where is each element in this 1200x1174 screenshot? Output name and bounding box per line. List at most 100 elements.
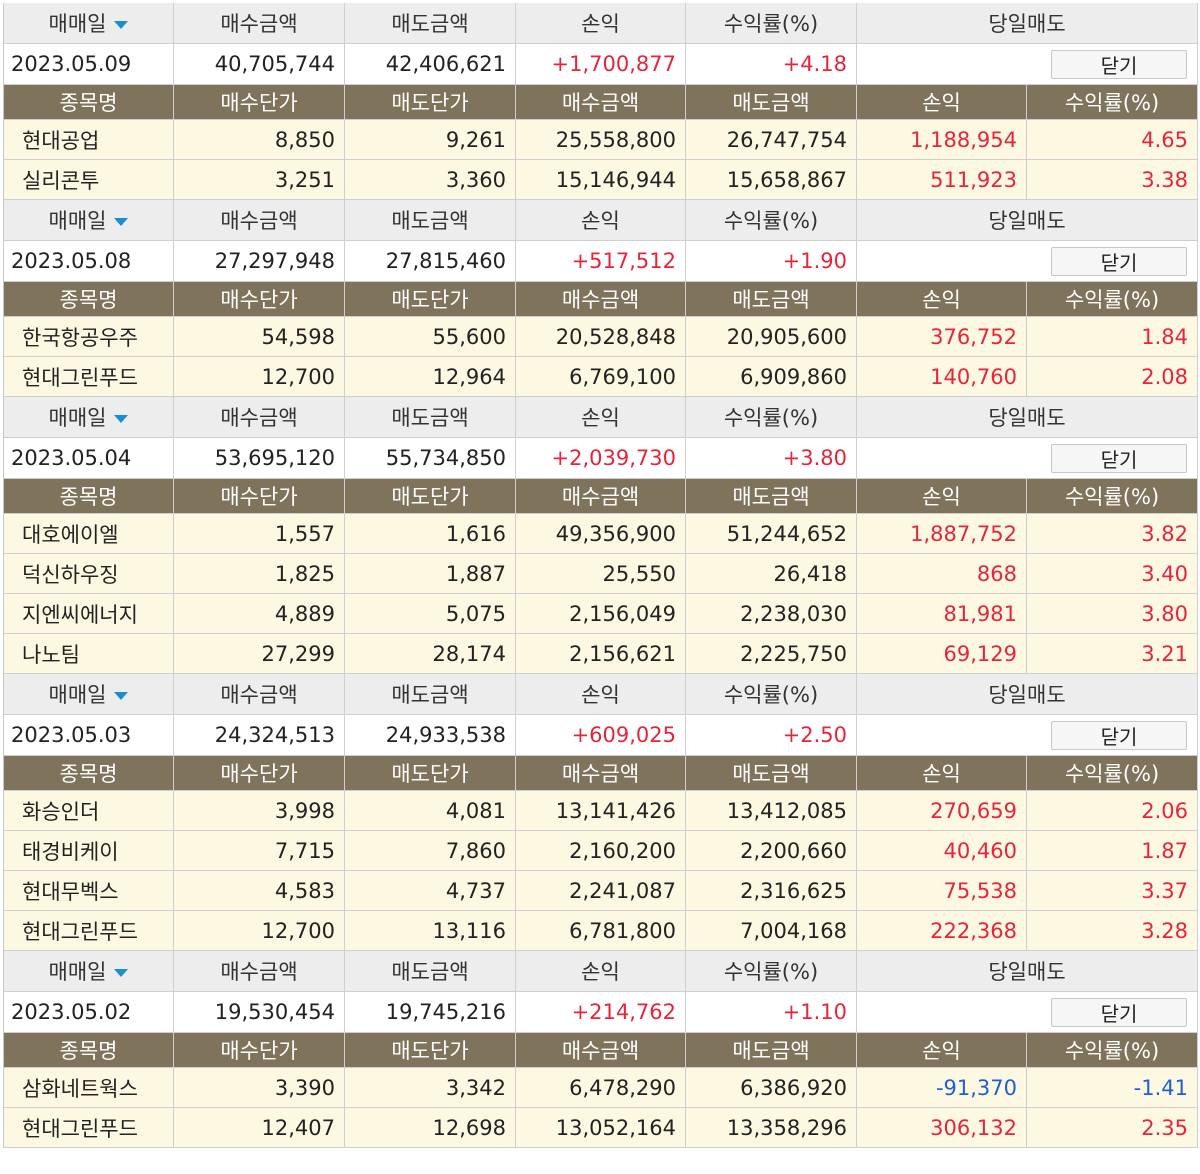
stock-sell-price: 1,887 (345, 554, 516, 594)
sort-down-triangle-icon[interactable] (114, 691, 129, 700)
trade-date-label: 매매일 (48, 12, 107, 36)
stock-name[interactable]: 현대그린푸드 (4, 1108, 174, 1148)
same-day-sell-header: 당일매도 (857, 397, 1198, 438)
stock-name-header: 종목명 (4, 282, 174, 317)
day-profit: +2,039,730 (516, 438, 686, 479)
trade-date-sort-header[interactable]: 매매일 (4, 674, 174, 715)
stock-sell-amount-header: 매도금액 (686, 282, 857, 317)
stock-name-header: 종목명 (4, 756, 174, 791)
stock-rate: 1.84 (1027, 317, 1198, 357)
trade-date-sort-button[interactable]: 매매일 (49, 679, 129, 709)
stock-buy-amount: 20,528,848 (516, 317, 686, 357)
trade-date-label: 매매일 (48, 209, 107, 233)
same-day-sell-header: 당일매도 (857, 3, 1198, 44)
trade-date-sort-header[interactable]: 매매일 (4, 3, 174, 44)
stock-sell-price: 4,737 (345, 871, 516, 911)
sort-down-triangle-icon[interactable] (114, 414, 129, 423)
day-buy-amount: 53,695,120 (174, 438, 345, 479)
stock-rate: 3.38 (1027, 160, 1198, 200)
trade-date-sort-button[interactable]: 매매일 (49, 8, 129, 38)
stock-name[interactable]: 삼화네트웍스 (4, 1068, 174, 1108)
same-day-sell-cell: 닫기 (857, 241, 1198, 282)
sell-price-header: 매도단가 (345, 85, 516, 120)
stock-name[interactable]: 화승인더 (4, 791, 174, 831)
stock-rate: 2.35 (1027, 1108, 1198, 1148)
stock-sell-amount: 6,386,920 (686, 1068, 857, 1108)
stock-name[interactable]: 현대그린푸드 (4, 357, 174, 397)
stock-buy-price: 3,998 (174, 791, 345, 831)
stock-rate: 3.21 (1027, 634, 1198, 674)
stock-sell-amount-header: 매도금액 (686, 479, 857, 514)
buy-amount-header: 매수금액 (174, 200, 345, 241)
stock-name-header: 종목명 (4, 1033, 174, 1068)
stock-sell-price: 55,600 (345, 317, 516, 357)
stock-name[interactable]: 대호에이엘 (4, 514, 174, 554)
trade-date-sort-button[interactable]: 매매일 (49, 956, 129, 986)
stock-sell-amount-header: 매도금액 (686, 85, 857, 120)
sell-price-header: 매도단가 (345, 282, 516, 317)
stock-name[interactable]: 한국항공우주 (4, 317, 174, 357)
stock-sell-amount: 7,004,168 (686, 911, 857, 951)
stock-profit: 140,760 (857, 357, 1027, 397)
stock-rate: 3.37 (1027, 871, 1198, 911)
stock-rate: 1.87 (1027, 831, 1198, 871)
stock-name[interactable]: 현대공업 (4, 120, 174, 160)
trade-date-sort-button[interactable]: 매매일 (49, 402, 129, 432)
sort-down-triangle-icon[interactable] (114, 217, 129, 226)
trade-date-sort-button[interactable]: 매매일 (49, 205, 129, 235)
trade-date-label: 매매일 (48, 683, 107, 707)
stock-profit: 69,129 (857, 634, 1027, 674)
stock-profit-header: 손익 (857, 1033, 1027, 1068)
buy-price-header: 매수단가 (174, 1033, 345, 1068)
stock-profit: 868 (857, 554, 1027, 594)
stock-name-header: 종목명 (4, 85, 174, 120)
trade-date-sort-header[interactable]: 매매일 (4, 951, 174, 992)
stock-name[interactable]: 나노팀 (4, 634, 174, 674)
close-button[interactable]: 닫기 (1051, 720, 1187, 750)
stock-rate-header: 수익률(%) (1027, 479, 1198, 514)
trade-date-value: 2023.05.02 (4, 992, 174, 1033)
stock-name[interactable]: 태경비케이 (4, 831, 174, 871)
sell-amount-header: 매도금액 (345, 674, 516, 715)
stock-profit-header: 손익 (857, 85, 1027, 120)
stock-buy-amount: 15,146,944 (516, 160, 686, 200)
rate-header: 수익률(%) (686, 674, 857, 715)
close-button[interactable]: 닫기 (1051, 49, 1187, 79)
stock-sell-amount: 2,316,625 (686, 871, 857, 911)
stock-sell-price: 3,342 (345, 1068, 516, 1108)
sort-down-triangle-icon[interactable] (114, 968, 129, 977)
stock-sell-amount: 51,244,652 (686, 514, 857, 554)
day-rate: +1.10 (686, 992, 857, 1033)
stock-buy-price: 1,825 (174, 554, 345, 594)
stock-profit: 1,887,752 (857, 514, 1027, 554)
trade-date-sort-header[interactable]: 매매일 (4, 200, 174, 241)
close-button[interactable]: 닫기 (1051, 997, 1187, 1027)
trade-date-sort-header[interactable]: 매매일 (4, 397, 174, 438)
stock-profit-header: 손익 (857, 282, 1027, 317)
close-button[interactable]: 닫기 (1051, 246, 1187, 276)
close-button[interactable]: 닫기 (1051, 443, 1187, 473)
stock-buy-amount: 6,478,290 (516, 1068, 686, 1108)
profit-header: 손익 (516, 397, 686, 438)
rate-header: 수익률(%) (686, 951, 857, 992)
stock-profit: -91,370 (857, 1068, 1027, 1108)
sort-down-triangle-icon[interactable] (114, 20, 129, 29)
stock-sell-price: 1,616 (345, 514, 516, 554)
stock-rate: 3.40 (1027, 554, 1198, 594)
stock-sell-amount: 2,200,660 (686, 831, 857, 871)
stock-name[interactable]: 지엔씨에너지 (4, 594, 174, 634)
stock-sell-price: 28,174 (345, 634, 516, 674)
buy-amount-header: 매수금액 (174, 951, 345, 992)
stock-name[interactable]: 덕신하우징 (4, 554, 174, 594)
stock-buy-price: 54,598 (174, 317, 345, 357)
stock-sell-price: 13,116 (345, 911, 516, 951)
rate-header: 수익률(%) (686, 397, 857, 438)
day-buy-amount: 19,530,454 (174, 992, 345, 1033)
stock-name[interactable]: 현대무벡스 (4, 871, 174, 911)
stock-buy-amount-header: 매수금액 (516, 479, 686, 514)
stock-name[interactable]: 실리콘투 (4, 160, 174, 200)
stock-name[interactable]: 현대그린푸드 (4, 911, 174, 951)
stock-sell-amount: 6,909,860 (686, 357, 857, 397)
stock-profit-header: 손익 (857, 756, 1027, 791)
same-day-sell-header: 당일매도 (857, 674, 1198, 715)
